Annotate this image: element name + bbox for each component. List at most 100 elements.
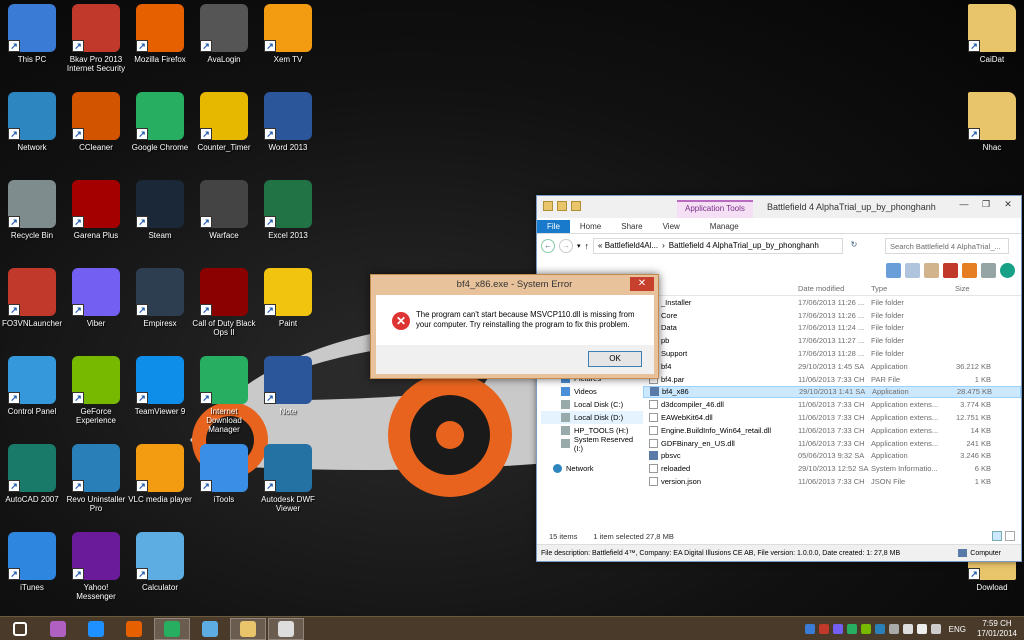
delete-icon[interactable] [943,262,958,278]
tray-viber-icon[interactable] [832,624,843,634]
column-type[interactable]: Type [871,284,951,293]
column-size[interactable]: Size [951,284,991,293]
desktop-icon[interactable]: ↗ FO3VNLauncher [0,268,64,328]
taskbar-button[interactable] [2,618,38,640]
cut-icon[interactable] [886,262,901,278]
desktop-icon[interactable]: ↗ Bkav Pro 2013 Internet Security [64,4,128,73]
close-icon[interactable]: ✕ [1001,199,1015,210]
desktop-icon[interactable]: ↗ Nhac [960,92,1024,152]
desktop-icon[interactable]: ↗ Warface [192,180,256,240]
file-row[interactable]: Support 17/06/2013 11:28 ... File folder [643,347,1021,360]
file-row[interactable]: _Installer 17/06/2013 11:26 ... File folde… [643,296,1021,309]
desktop-icon[interactable]: ↗ Excel 2013 [256,180,320,240]
nav-item[interactable]: Videos [541,385,643,398]
file-row[interactable]: bf4.par 11/06/2013 7:33 CH PAR File 1 KB [643,373,1021,386]
taskbar-button[interactable] [78,618,114,640]
tray-app-icon[interactable] [804,624,815,634]
desktop-icon[interactable]: ↗ Internet Download Manager [192,356,256,434]
file-row[interactable]: Engine.BuildInfo_Win64_retail.dll 11/06/2… [643,424,1021,437]
breadcrumb-parent[interactable]: « Battlefield4Al... [598,241,658,251]
desktop-icon[interactable]: ↗ Autodesk DWF Viewer [256,444,320,513]
taskbar-button[interactable] [116,618,152,640]
copy-icon[interactable] [905,262,920,278]
column-name[interactable]: me [643,284,798,293]
desktop-icon[interactable]: ↗ Empiresx [128,268,192,328]
minimize-icon[interactable]: — [957,199,971,209]
desktop-icon[interactable]: ↗ Paint [256,268,320,328]
desktop-icon[interactable]: ↗ Steam [128,180,192,240]
recent-chevron-icon[interactable]: ▾ [577,242,581,250]
nav-item[interactable]: Local Disk (D:) [541,411,643,424]
nav-item[interactable]: System Reserved (I:) [541,435,643,453]
file-row[interactable]: version.json 11/06/2013 7:33 CH JSON File 1… [643,475,1021,488]
desktop-icon[interactable]: ↗ CCleaner [64,92,128,152]
tray-bkav-icon[interactable] [818,624,829,634]
desktop-icon[interactable]: ↗ Counter_Timer [192,92,256,152]
desktop-icon[interactable]: ↗ Google Chrome [128,92,192,152]
desktop-icon[interactable]: ↗ VLC media player [128,444,192,504]
file-row[interactable]: d3dcompiler_46.dll 11/06/2013 7:33 CH Appl… [643,398,1021,411]
tab-share[interactable]: Share [611,220,652,233]
file-row[interactable]: Data 17/06/2013 11:24 ... File folder [643,322,1021,335]
file-row[interactable]: reloaded 29/10/2013 12:52 SA System Inform… [643,462,1021,475]
desktop-icon[interactable]: ↗ Word 2013 [256,92,320,152]
maximize-icon[interactable]: ❐ [979,199,993,210]
column-date[interactable]: Date modified [798,284,871,293]
tray-idm-icon[interactable] [846,624,857,634]
desktop-icon[interactable]: ↗ Network [0,92,64,152]
details-view-icon[interactable] [992,531,1002,541]
breadcrumb-current[interactable]: Battlefield 4 AlphaTrial_up_by_phonghanh [669,241,819,251]
taskbar-button[interactable] [230,617,266,640]
forward-icon[interactable]: → [559,239,573,253]
taskbar-button[interactable] [268,617,304,640]
address-bar[interactable]: « Battlefield4Al... › Battlefield 4 Alph… [593,238,844,254]
nav-item[interactable]: Local Disk (C:) [541,398,643,411]
refresh-icon[interactable]: ↻ [847,239,861,253]
desktop-icon[interactable]: ↗ Calculator [128,532,192,592]
tray-chevron-icon[interactable] [888,624,899,634]
taskbar-button[interactable] [192,618,228,640]
desktop-icon[interactable]: ↗ Mozilla Firefox [128,4,192,64]
up-arrow-icon[interactable]: ↑ [585,241,590,251]
tab-file[interactable]: File [537,220,570,233]
tab-view[interactable]: View [653,220,690,233]
desktop-icon[interactable]: ↗ iTools [192,444,256,504]
desktop-icon[interactable]: ↗ This PC [0,4,64,64]
desktop-icon[interactable]: ↗ Recycle Bin [0,180,64,240]
desktop-icon[interactable]: ↗ GeForce Experience [64,356,128,425]
desktop-icon[interactable]: ↗ Garena Plus [64,180,128,240]
tray-nvidia-icon[interactable] [860,624,871,634]
tray-flag-icon[interactable] [902,624,913,634]
file-row[interactable]: pbsvc 05/06/2013 9:32 SA Application 3.246 … [643,450,1021,463]
large-icons-view-icon[interactable] [1005,531,1015,541]
desktop-icon[interactable]: ↗ Yahoo! Messenger [64,532,128,601]
desktop-icon[interactable]: ↗ Viber [64,268,128,328]
file-row[interactable]: Core 17/06/2013 11:26 ... File folder [643,309,1021,322]
explorer-titlebar[interactable]: Application Tools Battlefield 4 AlphaTri… [537,196,1021,218]
language-indicator[interactable]: ENG [949,625,966,634]
taskbar-button[interactable] [40,618,76,640]
desktop-icon[interactable]: ↗ AvaLogin [192,4,256,64]
desktop-icon[interactable]: ↗ iTunes [0,532,64,592]
desktop-icon[interactable]: ↗ Xem TV [256,4,320,64]
file-row[interactable]: EAWebKit64.dll 11/06/2013 7:33 CH Applicat… [643,411,1021,424]
application-tools-tab[interactable]: Application Tools [677,200,753,218]
tray-network-icon[interactable] [916,624,927,634]
tab-home[interactable]: Home [570,220,611,233]
tray-volume-icon[interactable] [930,624,941,634]
paste-icon[interactable] [924,262,939,278]
taskbar-button[interactable] [154,617,190,640]
properties-icon[interactable] [1000,262,1015,278]
desktop-icon[interactable]: ↗ Revo Uninstaller Pro [64,444,128,513]
back-icon[interactable]: ← [541,239,555,253]
tab-manage[interactable]: Manage [700,220,749,233]
rename-icon[interactable] [981,262,996,278]
file-row[interactable]: bf4 29/10/2013 1:45 SA Application 36.212 K… [643,360,1021,373]
desktop-icon[interactable]: ↗ Call of Duty Black Ops II [192,268,256,337]
file-row[interactable]: pb 17/06/2013 11:27 ... File folder [643,334,1021,347]
nav-item-network[interactable]: Network [541,462,643,475]
desktop-icon[interactable]: ↗ CaiDat [960,4,1024,64]
desktop-icon[interactable]: ↗ TeamViewer 9 [128,356,192,416]
desktop-icon[interactable]: ↗ Note [256,356,320,416]
dialog-close-button[interactable]: ✕ [630,277,654,291]
